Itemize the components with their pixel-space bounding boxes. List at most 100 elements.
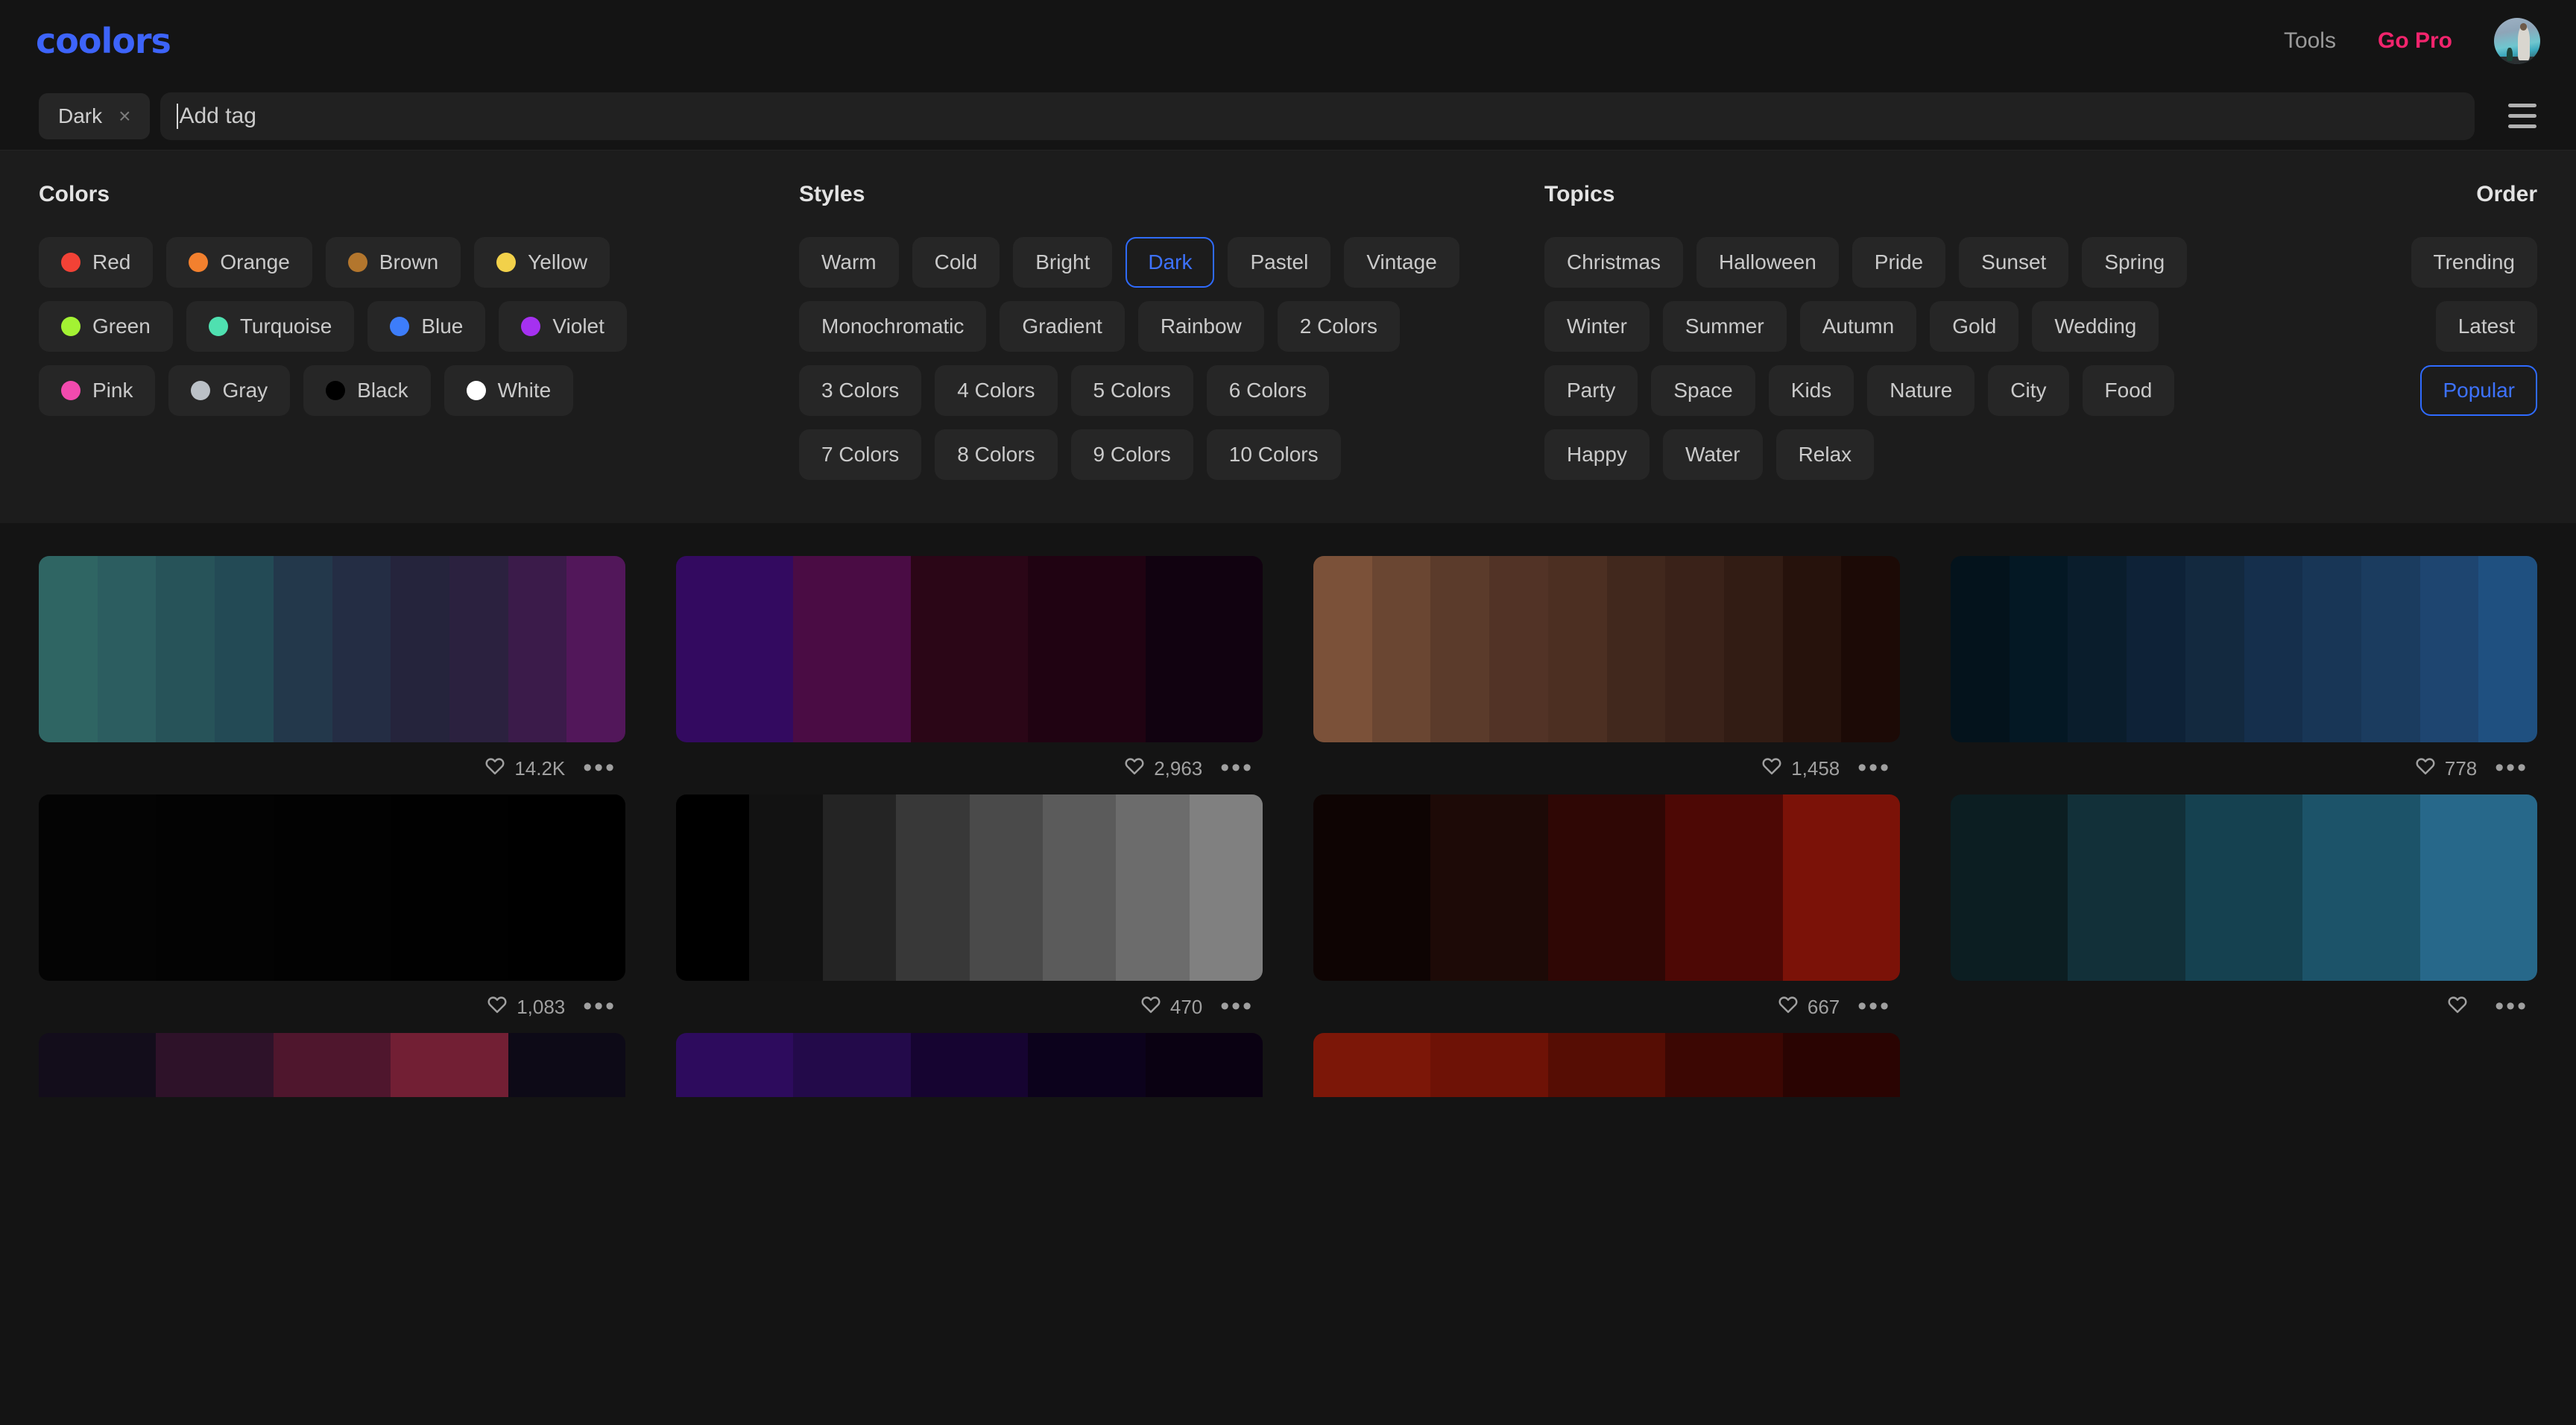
palette-color-swatch[interactable] <box>1951 556 2010 742</box>
topic-chip-pride[interactable]: Pride <box>1852 237 1946 288</box>
palette-color-swatch[interactable] <box>391 556 449 742</box>
color-chip-violet[interactable]: Violet <box>499 301 627 352</box>
topic-chip-wedding[interactable]: Wedding <box>2032 301 2159 352</box>
palette-color-swatch[interactable] <box>1145 556 1263 742</box>
palette-color-swatch[interactable] <box>1782 1033 1900 1097</box>
close-icon[interactable]: × <box>119 105 130 127</box>
color-chip-yellow[interactable]: Yellow <box>474 237 610 288</box>
style-chip-5-colors[interactable]: 5 Colors <box>1070 365 1193 416</box>
topic-chip-happy[interactable]: Happy <box>1544 429 1650 480</box>
palette-color-swatch[interactable] <box>2068 556 2127 742</box>
palette-color-swatch[interactable] <box>2361 556 2420 742</box>
order-chip-latest[interactable]: Latest <box>2435 301 2537 352</box>
topic-chip-relax[interactable]: Relax <box>1775 429 1875 480</box>
palette-color-swatch[interactable] <box>39 556 98 742</box>
palette-color-swatch[interactable] <box>1665 1033 1783 1097</box>
palette-color-swatch[interactable] <box>676 1033 794 1097</box>
topic-chip-christmas[interactable]: Christmas <box>1544 237 1684 288</box>
like-button[interactable]: 470 <box>1140 994 1202 1020</box>
palette-color-swatch[interactable] <box>566 556 625 742</box>
palette-color-swatch[interactable] <box>1489 556 1548 742</box>
color-chip-turquoise[interactable]: Turquoise <box>186 301 355 352</box>
style-chip-rainbow[interactable]: Rainbow <box>1137 301 1264 352</box>
palette-color-swatch[interactable] <box>2185 556 2244 742</box>
palette-color-swatch[interactable] <box>1665 556 1724 742</box>
palette-color-swatch[interactable] <box>676 556 794 742</box>
palette-color-swatch[interactable] <box>2009 556 2068 742</box>
more-options-icon[interactable]: ••• <box>2490 756 2533 780</box>
order-chip-trending[interactable]: Trending <box>2411 237 2537 288</box>
color-chip-orange[interactable]: Orange <box>166 237 312 288</box>
palette-color-swatch[interactable] <box>1430 1033 1548 1097</box>
palette-color-swatch[interactable] <box>1028 556 1146 742</box>
more-options-icon[interactable]: ••• <box>1216 994 1258 1019</box>
topic-chip-halloween[interactable]: Halloween <box>1696 237 1839 288</box>
palette-card[interactable]: ••• <box>1313 1033 1900 1097</box>
palette-color-swatch[interactable] <box>391 794 508 981</box>
style-chip-6-colors[interactable]: 6 Colors <box>1206 365 1330 416</box>
style-chip-cold[interactable]: Cold <box>912 237 1000 288</box>
palette-swatches[interactable] <box>676 556 1263 742</box>
palette-color-swatch[interactable] <box>910 556 1029 742</box>
palette-color-swatch[interactable] <box>1430 794 1548 981</box>
palette-color-swatch[interactable] <box>1782 794 1900 981</box>
style-chip-monochromatic[interactable]: Monochromatic <box>799 301 987 352</box>
like-button[interactable]: 14.2K <box>484 756 565 782</box>
palette-color-swatch[interactable] <box>391 1033 508 1097</box>
palette-color-swatch[interactable] <box>2478 556 2537 742</box>
topic-chip-kids[interactable]: Kids <box>1768 365 1854 416</box>
palette-color-swatch[interactable] <box>2419 556 2479 742</box>
palette-card[interactable]: ••• <box>676 1033 1263 1097</box>
palette-color-swatch[interactable] <box>508 794 625 981</box>
color-chip-pink[interactable]: Pink <box>39 365 156 416</box>
palette-swatches[interactable] <box>1313 1033 1900 1097</box>
style-chip-4-colors[interactable]: 4 Colors <box>935 365 1058 416</box>
palette-card[interactable]: ••• <box>1951 794 2537 1033</box>
palette-color-swatch[interactable] <box>1951 794 2068 981</box>
topic-chip-city[interactable]: City <box>1988 365 2069 416</box>
palette-color-swatch[interactable] <box>1547 556 1607 742</box>
palette-color-swatch[interactable] <box>97 556 157 742</box>
color-chip-black[interactable]: Black <box>303 365 431 416</box>
palette-swatches[interactable] <box>676 1033 1263 1097</box>
palette-color-swatch[interactable] <box>910 1033 1029 1097</box>
palette-card[interactable]: 778 ••• <box>1951 556 2537 794</box>
more-options-icon[interactable]: ••• <box>578 994 621 1019</box>
palette-color-swatch[interactable] <box>1606 556 1666 742</box>
style-chip-dark[interactable]: Dark <box>1126 237 1215 288</box>
palette-color-swatch[interactable] <box>1723 556 1783 742</box>
palette-color-swatch[interactable] <box>896 794 970 981</box>
palette-color-swatch[interactable] <box>39 1033 157 1097</box>
palette-color-swatch[interactable] <box>332 556 391 742</box>
like-button[interactable]: 667 <box>1778 994 1840 1020</box>
palette-color-swatch[interactable] <box>508 1033 625 1097</box>
palette-color-swatch[interactable] <box>273 1033 391 1097</box>
palette-color-swatch[interactable] <box>215 556 274 742</box>
palette-color-swatch[interactable] <box>2127 556 2185 742</box>
palette-card[interactable]: 2,963 ••• <box>676 556 1263 794</box>
palette-card[interactable]: 14.2K ••• <box>39 556 625 794</box>
like-button[interactable]: 778 <box>2415 756 2477 782</box>
more-options-icon[interactable]: ••• <box>2490 994 2533 1019</box>
palette-card[interactable]: 1,458 ••• <box>1313 556 1900 794</box>
palette-color-swatch[interactable] <box>749 794 823 981</box>
style-chip-bright[interactable]: Bright <box>1013 237 1113 288</box>
color-chip-green[interactable]: Green <box>39 301 173 352</box>
palette-color-swatch[interactable] <box>1189 794 1263 981</box>
palette-color-swatch[interactable] <box>969 794 1043 981</box>
palette-color-swatch[interactable] <box>793 1033 911 1097</box>
like-button[interactable]: 1,458 <box>1761 756 1840 782</box>
palette-color-swatch[interactable] <box>1313 556 1372 742</box>
color-chip-white[interactable]: White <box>443 365 574 416</box>
palette-color-swatch[interactable] <box>2419 794 2537 981</box>
palette-color-swatch[interactable] <box>1313 794 1431 981</box>
color-chip-gray[interactable]: Gray <box>168 365 291 416</box>
more-options-icon[interactable]: ••• <box>1216 756 1258 780</box>
palette-color-swatch[interactable] <box>156 556 215 742</box>
topic-chip-water[interactable]: Water <box>1662 429 1763 480</box>
style-chip-2-colors[interactable]: 2 Colors <box>1277 301 1401 352</box>
more-options-icon[interactable]: ••• <box>1853 756 1895 780</box>
nav-link-go-pro[interactable]: Go Pro <box>2378 28 2452 54</box>
style-chip-3-colors[interactable]: 3 Colors <box>799 365 922 416</box>
palette-color-swatch[interactable] <box>449 556 508 742</box>
